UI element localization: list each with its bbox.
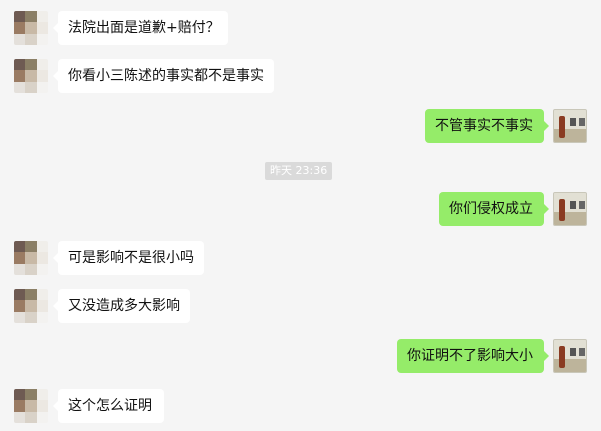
message-bubble-incoming[interactable]: 又没造成多大影响 [53, 289, 190, 323]
message-bubble-incoming[interactable]: 你看小三陈述的事实都不是事实 [53, 59, 274, 93]
self-avatar-icon[interactable] [553, 192, 587, 226]
self-avatar-icon[interactable] [553, 339, 587, 373]
message-text: 你证明不了影响大小 [407, 348, 533, 364]
message-bubble-incoming[interactable]: 可是影响不是很小吗 [53, 241, 204, 275]
contact-avatar-icon[interactable] [14, 241, 48, 275]
timestamp-divider: 昨天 23:36 [265, 162, 333, 180]
message-text: 你看小三陈述的事实都不是事实 [68, 68, 264, 84]
message-text: 又没造成多大影响 [68, 298, 180, 314]
contact-avatar-icon[interactable] [14, 389, 48, 423]
message-text: 可是影响不是很小吗 [68, 250, 194, 266]
contact-avatar-icon[interactable] [14, 59, 48, 93]
message-text: 法院出面是道歉+赔付？ [68, 20, 220, 36]
message-bubble-outgoing[interactable]: 你证明不了影响大小 [397, 339, 549, 373]
message-bubble-outgoing[interactable]: 不管事实不事实 [425, 109, 549, 143]
message-bubble-outgoing[interactable]: 你们侵权成立 [439, 192, 549, 226]
contact-avatar-icon[interactable] [14, 289, 48, 323]
contact-avatar-icon[interactable] [14, 11, 48, 45]
message-text: 不管事实不事实 [435, 118, 533, 134]
message-bubble-incoming[interactable]: 法院出面是道歉+赔付？ [53, 11, 228, 45]
message-text: 这个怎么证明 [68, 398, 152, 414]
self-avatar-icon[interactable] [553, 109, 587, 143]
message-text: 你们侵权成立 [449, 201, 533, 217]
message-bubble-incoming[interactable]: 这个怎么证明 [53, 389, 164, 423]
